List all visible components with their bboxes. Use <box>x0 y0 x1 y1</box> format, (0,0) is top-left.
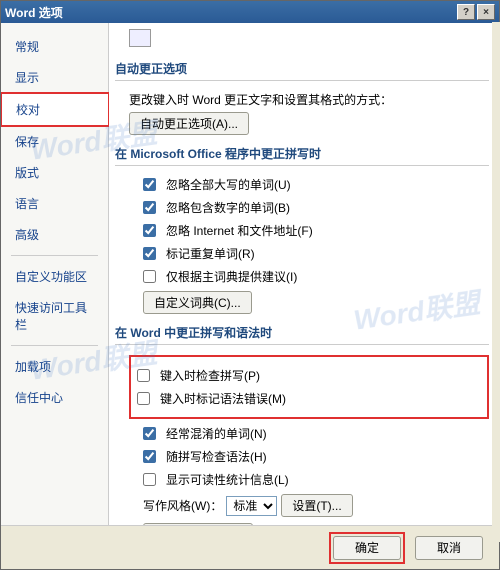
sidebar-item-general[interactable]: 常规 <box>1 31 108 62</box>
checkbox-mark-grammar-typing[interactable] <box>137 392 150 405</box>
sidebar-separator <box>11 255 98 256</box>
content-pane: 自动更正选项 更改键入时 Word 更正文字和设置其格式的方式： 自动更正选项(… <box>109 23 499 525</box>
label-grammar-with-spelling: 随拼写检查语法(H) <box>166 448 267 465</box>
checkbox-main-dict-only[interactable] <box>143 270 156 283</box>
label-ignore-internet: 忽略 Internet 和文件地址(F) <box>166 222 313 239</box>
label-mark-grammar-typing: 键入时标记语法错误(M) <box>160 390 286 407</box>
sidebar-item-language[interactable]: 语言 <box>1 188 108 219</box>
autocorrect-desc: 更改键入时 Word 更正文字和设置其格式的方式： <box>129 91 392 108</box>
checkbox-grammar-with-spelling[interactable] <box>143 450 156 463</box>
sidebar-item-addins[interactable]: 加载项 <box>1 351 108 382</box>
sidebar-item-layout[interactable]: 版式 <box>1 157 108 188</box>
settings-button[interactable]: 设置(T)... <box>281 494 352 517</box>
ok-button[interactable]: 确定 <box>333 536 401 560</box>
checkbox-ignore-internet[interactable] <box>143 224 156 237</box>
checkbox-readability-stats[interactable] <box>143 473 156 486</box>
dialog-body: 常规 显示 校对 保存 版式 语言 高级 自定义功能区 快速访问工具栏 加载项 … <box>1 23 499 525</box>
checkbox-check-spelling-typing[interactable] <box>137 369 150 382</box>
office-options: 忽略全部大写的单词(U) 忽略包含数字的单词(B) 忽略 Internet 和文… <box>129 176 489 314</box>
section-office-title: 在 Microsoft Office 程序中更正拼写时 <box>115 145 489 166</box>
word-options-dialog: Word 选项 ? × 常规 显示 校对 保存 版式 语言 高级 自定义功能区 … <box>0 0 500 570</box>
sidebar-item-customize-ribbon[interactable]: 自定义功能区 <box>1 261 108 292</box>
sidebar-item-proofing[interactable]: 校对 <box>1 93 109 126</box>
section-word-title: 在 Word 中更正拼写和语法时 <box>115 324 489 345</box>
sidebar-item-display[interactable]: 显示 <box>1 62 108 93</box>
word-options: 键入时检查拼写(P) 键入时标记语法错误(M) 经常混淆的单词(N) 随拼写检查… <box>129 355 489 525</box>
custom-dictionaries-button[interactable]: 自定义词典(C)... <box>143 291 252 314</box>
highlighted-spellcheck-options: 键入时检查拼写(P) 键入时标记语法错误(M) <box>129 355 489 419</box>
autocorrect-options-button[interactable]: 自动更正选项(A)... <box>129 112 249 135</box>
titlebar-buttons: ? × <box>457 4 495 20</box>
label-check-spelling-typing: 键入时检查拼写(P) <box>160 367 260 384</box>
label-readability-stats: 显示可读性统计信息(L) <box>166 471 289 488</box>
titlebar: Word 选项 ? × <box>1 1 499 23</box>
sidebar-item-qat[interactable]: 快速访问工具栏 <box>1 292 108 340</box>
help-icon[interactable]: ? <box>457 4 475 20</box>
cancel-button[interactable]: 取消 <box>415 536 483 560</box>
label-ignore-uppercase: 忽略全部大写的单词(U) <box>166 176 291 193</box>
checkbox-ignore-uppercase[interactable] <box>143 178 156 191</box>
sidebar-item-trust[interactable]: 信任中心 <box>1 382 108 413</box>
scrollbar-mask <box>492 22 500 542</box>
label-flag-repeated: 标记重复单词(R) <box>166 245 255 262</box>
section-autocorrect-title: 自动更正选项 <box>115 60 489 81</box>
abc-icon <box>129 29 151 47</box>
checkbox-confused-words[interactable] <box>143 427 156 440</box>
label-confused-words: 经常混淆的单词(N) <box>166 425 267 442</box>
checkbox-flag-repeated[interactable] <box>143 247 156 260</box>
close-icon[interactable]: × <box>477 4 495 20</box>
label-ignore-numbers: 忽略包含数字的单词(B) <box>166 199 290 216</box>
label-main-dict-only: 仅根据主词典提供建议(I) <box>166 268 297 285</box>
sidebar-separator <box>11 345 98 346</box>
writing-style-select[interactable]: 标准 <box>226 496 277 516</box>
autocorrect-row: 更改键入时 Word 更正文字和设置其格式的方式： 自动更正选项(A)... <box>129 91 489 135</box>
sidebar-item-save[interactable]: 保存 <box>1 126 108 157</box>
checkbox-ignore-numbers[interactable] <box>143 201 156 214</box>
sidebar: 常规 显示 校对 保存 版式 语言 高级 自定义功能区 快速访问工具栏 加载项 … <box>1 23 109 525</box>
writing-style-label: 写作风格(W)： <box>143 497 222 514</box>
dialog-title: Word 选项 <box>5 4 63 21</box>
sidebar-item-advanced[interactable]: 高级 <box>1 219 108 250</box>
dialog-footer: 确定 取消 <box>1 525 499 569</box>
